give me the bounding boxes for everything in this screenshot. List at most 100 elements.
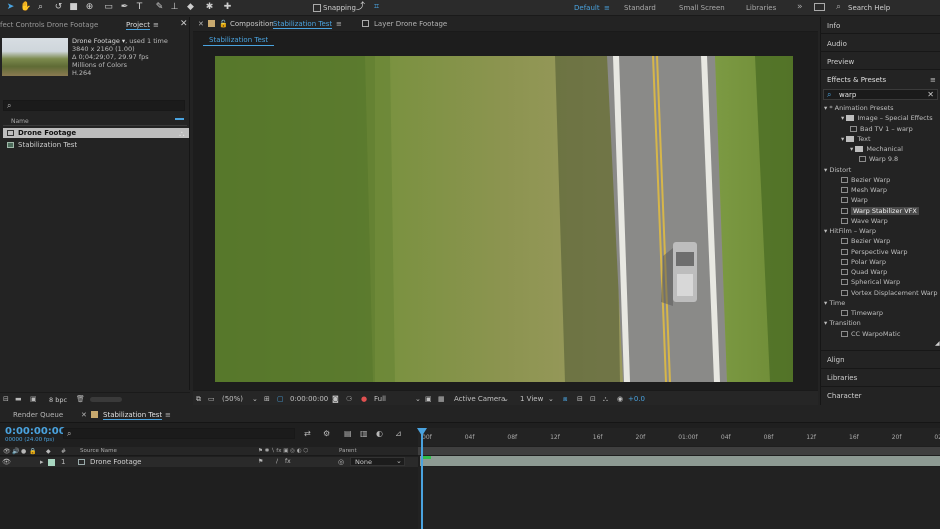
effects-switch-icon[interactable]: fx [285, 458, 291, 465]
panel-character[interactable]: Character [827, 392, 862, 400]
tab-render-queue[interactable]: Render Queue [13, 411, 63, 419]
effects-category[interactable]: ▾ Distort [824, 166, 851, 174]
effect-item[interactable]: Quad Warp [841, 268, 887, 276]
workspace-standard[interactable]: Standard [624, 4, 656, 12]
project-menu-icon[interactable]: ≡ [153, 21, 159, 29]
more-workspaces-icon[interactable]: » [797, 2, 803, 12]
timeline-search-input[interactable]: ⌕ [63, 428, 295, 439]
show-snapshot-icon[interactable]: ⚆ [346, 395, 352, 403]
transparency-grid-icon[interactable]: ▦ [438, 395, 445, 403]
tab-composition-name[interactable]: Stabilization Test [273, 20, 333, 29]
new-folder-icon[interactable]: ▬ [15, 395, 22, 403]
hand-tool-icon[interactable]: ✋ [20, 2, 31, 13]
effect-item[interactable]: Polar Warp [841, 258, 886, 266]
expand-layer-icon[interactable]: ▸ [40, 458, 44, 466]
effects-search-input[interactable]: ⌕ warp ✕ [823, 89, 938, 100]
timeline-menu-icon[interactable]: ≡ [165, 411, 171, 419]
footage-name[interactable]: Drone Footage ▾ [72, 37, 125, 45]
eraser-tool-icon[interactable]: ◆ [185, 2, 196, 13]
pen-tool-icon[interactable]: ✒ [119, 2, 130, 13]
effects-folder[interactable]: ▾ Mechanical [850, 145, 903, 153]
project-item-stabilization-test[interactable]: Stabilization Test [3, 140, 189, 150]
effects-category[interactable]: ▾ Transition [824, 319, 861, 327]
timeline-timecode[interactable]: 0:00:00:00 [5, 426, 66, 437]
effect-item[interactable]: Bezier Warp [841, 237, 890, 245]
column-parent[interactable]: Parent [339, 448, 357, 454]
monitor-icon[interactable]: ▭ [208, 395, 215, 403]
project-search-input[interactable]: ⌕ [3, 100, 185, 111]
close-tab-icon[interactable]: ✕ [81, 411, 87, 419]
close-tab-icon[interactable]: ✕ [198, 20, 204, 28]
fullscreen-icon[interactable] [814, 3, 825, 11]
panel-preview[interactable]: Preview [827, 58, 854, 66]
tab-layer-drone-footage[interactable]: Layer Drone Footage [374, 20, 447, 28]
effects-menu-icon[interactable]: ≡ [930, 76, 936, 84]
timeline-layer-row[interactable]: 👁 ▸ 1 Drone Footage ⚑ ∕ fx ◎ None ⌄ [0, 457, 418, 467]
hide-shy-layers-icon[interactable]: ▤ [344, 429, 352, 438]
interpret-footage-icon[interactable]: ⊟ [3, 395, 9, 403]
flowchart-icon[interactable]: ⛬ [603, 395, 608, 404]
motion-blur-icon[interactable]: ◐ [376, 429, 383, 438]
reset-exposure-icon[interactable]: ◉ [617, 395, 623, 403]
clear-search-icon[interactable]: ✕ [927, 90, 934, 99]
current-time-display[interactable]: 0:00:00:00 [290, 395, 328, 403]
safe-zones-icon[interactable]: ⊞ [264, 395, 270, 403]
column-source-name[interactable]: Source Name [80, 448, 117, 454]
trash-icon[interactable]: 🗑 [76, 395, 85, 403]
frame-blending-icon[interactable]: ▥ [360, 429, 368, 438]
panel-audio[interactable]: Audio [827, 40, 847, 48]
effect-item[interactable]: Wave Warp [841, 217, 888, 225]
lock-icon[interactable]: 🔓 [219, 20, 228, 28]
view-layout-dropdown[interactable]: 1 View [520, 395, 543, 403]
video-visibility-icon[interactable]: 👁 [2, 458, 11, 466]
effects-category[interactable]: ▾ * Animation Presets [824, 104, 894, 112]
workspace-default[interactable]: Default [574, 4, 600, 12]
type-tool-icon[interactable]: T [134, 2, 145, 13]
zoom-tool-icon[interactable]: ⌕ [35, 2, 46, 13]
pixel-aspect-icon[interactable]: ⧈ [563, 395, 567, 404]
effect-item[interactable]: Bezier Warp [841, 176, 890, 184]
rotate-tool-icon[interactable]: ↺ [53, 2, 64, 13]
tab-project[interactable]: Project [126, 21, 150, 30]
workspace-menu-icon[interactable]: ≡ [604, 4, 610, 12]
exposure-value[interactable]: +0.0 [628, 395, 645, 403]
pick-whip-icon[interactable]: ◎ [338, 458, 344, 466]
panel-info[interactable]: Info [827, 22, 840, 30]
effects-category[interactable]: ▾ Time [824, 299, 845, 307]
layer-duration-bar[interactable] [420, 456, 940, 466]
effect-item[interactable]: Vortex Displacement Warp [841, 289, 937, 297]
snap-anchor-icon[interactable]: ⌗ [371, 2, 382, 13]
camera-dropdown[interactable]: Active Camera [454, 395, 505, 403]
bit-depth-button[interactable]: 8 bpc [49, 396, 67, 404]
panel-align[interactable]: Align [827, 356, 845, 364]
brush-tool-icon[interactable]: ✎ [154, 2, 165, 13]
label-color-swatch[interactable] [91, 411, 98, 418]
region-of-interest-icon[interactable]: ▣ [425, 395, 432, 403]
fast-previews-icon[interactable]: ⊟ [577, 395, 583, 403]
effect-item[interactable]: Mesh Warp [841, 186, 887, 194]
composition-viewer[interactable] [215, 56, 793, 382]
effect-item[interactable]: CC WarpoMatic [841, 330, 900, 338]
quality-switch-icon[interactable]: ∕ [276, 458, 278, 465]
tab-timeline-composition[interactable]: Stabilization Test [103, 411, 163, 420]
pan-behind-tool-icon[interactable]: ⊕ [84, 2, 95, 13]
label-color-swatch[interactable] [208, 20, 215, 27]
resolution-dropdown[interactable]: Full [374, 395, 386, 403]
effects-folder[interactable]: ▾ Text [841, 135, 871, 143]
graph-editor-icon[interactable]: ⊿ [395, 429, 402, 438]
effect-item[interactable]: Warp Stabilizer VFX [841, 206, 919, 215]
draft-3d-icon[interactable]: ⚙ [323, 429, 330, 438]
panel-libraries[interactable]: Libraries [827, 374, 857, 382]
current-time-indicator[interactable] [421, 430, 423, 529]
composition-menu-icon[interactable]: ≡ [336, 20, 342, 28]
shy-switch-icon[interactable]: ⚑ [258, 458, 263, 465]
selection-tool-icon[interactable]: ➤ [5, 2, 16, 13]
snap-options-icon[interactable]: ⤴ [355, 2, 366, 13]
roto-brush-tool-icon[interactable]: ✱ [204, 2, 215, 13]
always-preview-icon[interactable]: ⧉ [196, 395, 201, 404]
work-area-bar[interactable] [418, 447, 940, 455]
camera-tool-icon[interactable]: ■ [68, 2, 79, 13]
composition-mini-flowchart-icon[interactable]: ⇄ [304, 429, 311, 438]
search-help-input[interactable]: Search Help [848, 4, 890, 12]
zoom-dropdown[interactable]: (50%) [222, 395, 243, 403]
